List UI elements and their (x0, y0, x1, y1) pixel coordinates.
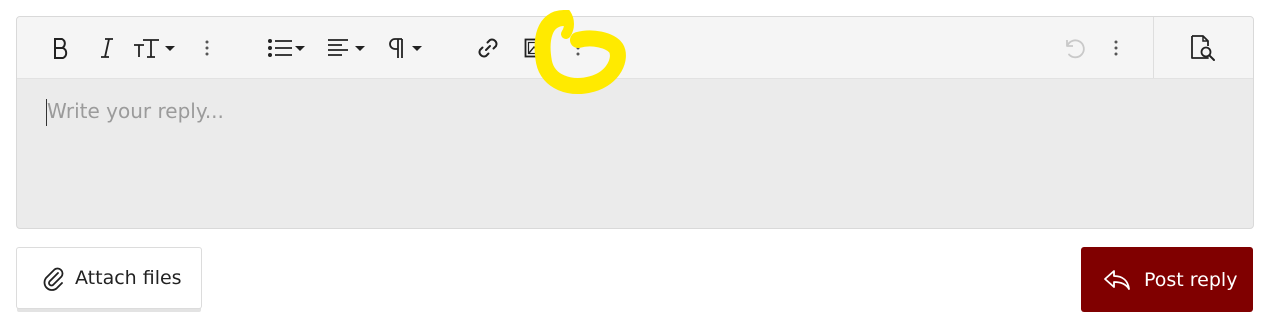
reply-placeholder: Write your reply... (47, 99, 224, 123)
align-button[interactable] (325, 17, 369, 78)
attach-files-label: Attach files (75, 267, 182, 289)
reply-icon (1103, 268, 1131, 292)
paragraph-icon (389, 37, 422, 58)
more-options-icon (1114, 40, 1118, 55)
rich-text-editor: Write your reply... (16, 16, 1254, 229)
editor-toolbar (17, 17, 1253, 79)
preview-icon (1191, 34, 1215, 61)
list-icon (268, 38, 305, 57)
list-button[interactable] (265, 17, 309, 78)
toolbar-divider (1153, 17, 1154, 78)
reply-text-area[interactable]: Write your reply... (17, 79, 1253, 228)
paragraph-button[interactable] (385, 17, 427, 78)
more-insert-options-button[interactable] (568, 17, 588, 78)
font-size-button[interactable] (131, 17, 179, 78)
attach-files-button[interactable]: Attach files (16, 247, 202, 309)
italic-button[interactable] (93, 17, 121, 78)
italic-icon (101, 37, 113, 58)
more-text-options-button[interactable] (197, 17, 217, 78)
insert-image-button[interactable] (521, 17, 553, 78)
more-insert-options-icon (576, 40, 580, 55)
undo-button[interactable] (1059, 17, 1089, 78)
more-options-button[interactable] (1106, 17, 1126, 78)
undo-icon (1066, 38, 1085, 58)
preview-button[interactable] (1184, 17, 1222, 78)
align-icon (328, 38, 365, 56)
font-size-icon (134, 38, 175, 58)
paperclip-icon (41, 265, 65, 291)
post-reply-label: Post reply (1144, 268, 1238, 291)
image-icon (524, 38, 550, 57)
bold-icon (54, 37, 68, 59)
more-text-options-icon (205, 40, 209, 55)
post-reply-button[interactable]: Post reply (1081, 247, 1253, 312)
bold-button[interactable] (47, 17, 75, 78)
insert-link-button[interactable] (473, 17, 503, 78)
link-icon (478, 38, 498, 57)
